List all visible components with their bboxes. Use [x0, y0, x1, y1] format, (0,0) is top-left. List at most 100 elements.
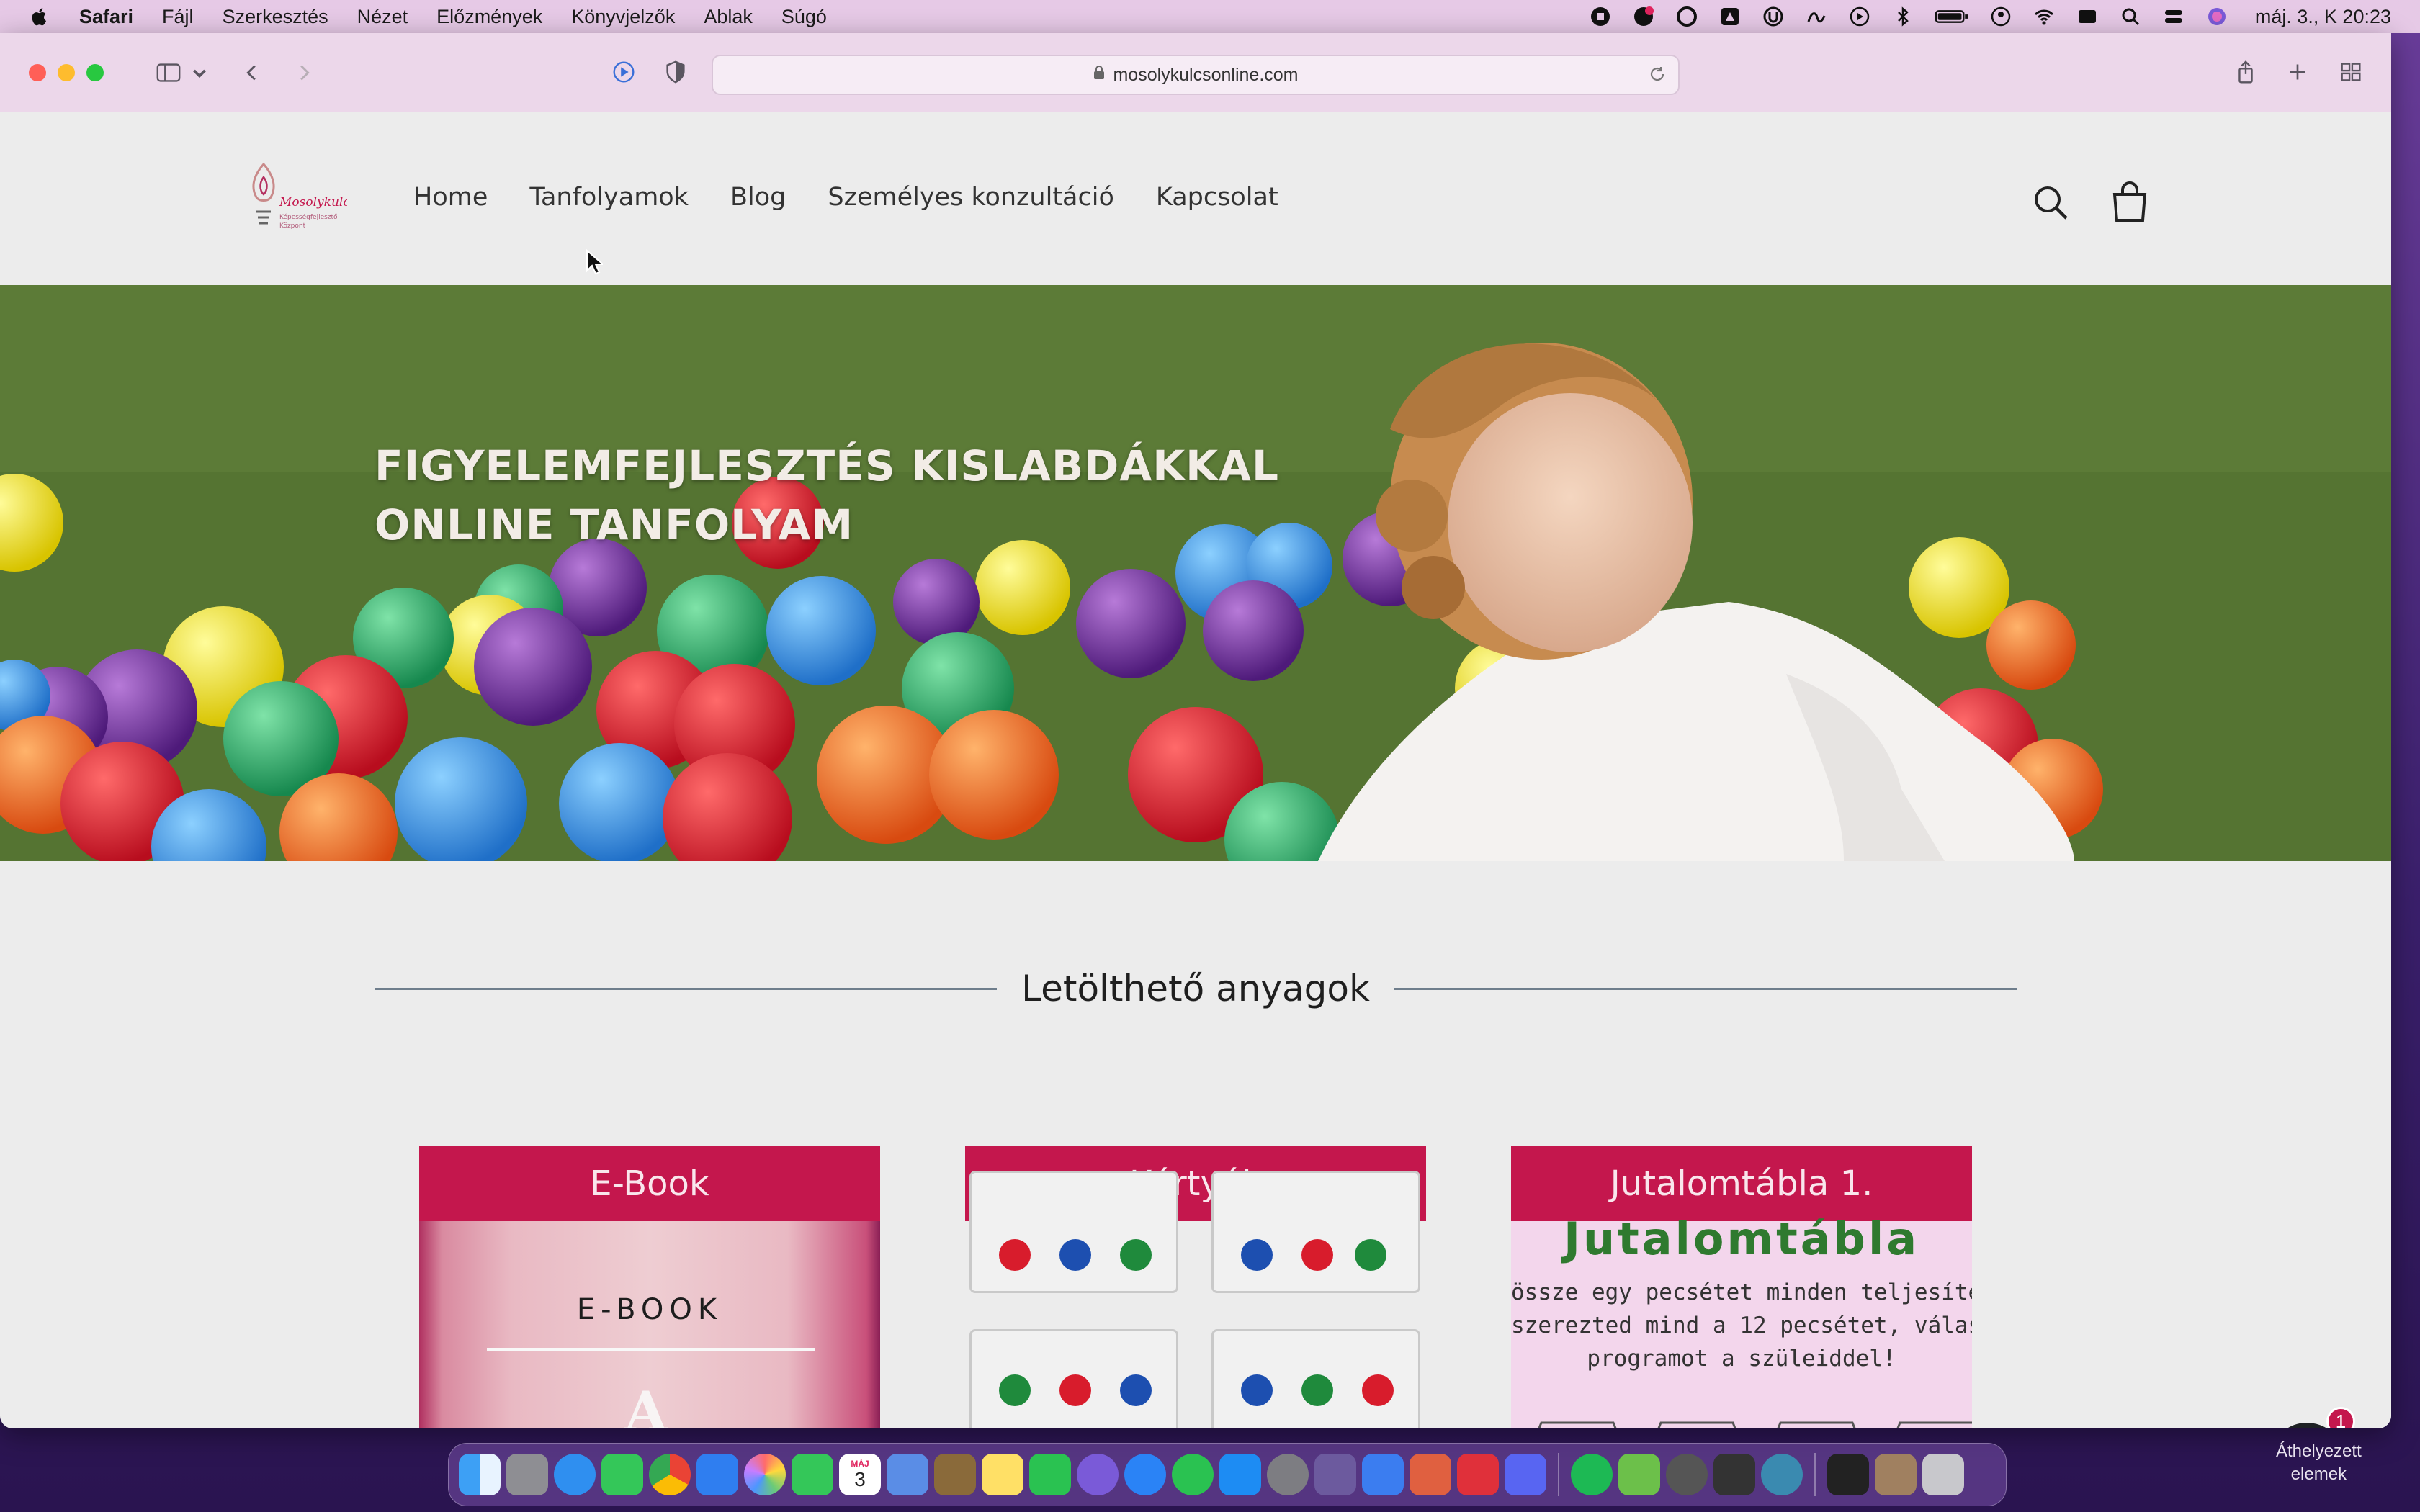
reward-hexagon-slots — [1538, 1421, 1972, 1428]
ebook-card-title[interactable]: E-Book — [419, 1146, 880, 1221]
spotlight-search-icon[interactable] — [2118, 6, 2143, 27]
facetime-icon[interactable] — [792, 1454, 833, 1495]
minimized-window-2[interactable] — [1875, 1454, 1917, 1495]
nav-courses[interactable]: Tanfolyamok — [529, 183, 689, 212]
calendar-icon[interactable]: MÁJ 3 — [839, 1454, 881, 1495]
reload-icon[interactable] — [1648, 65, 1667, 89]
disk-utility-icon[interactable] — [1666, 1454, 1708, 1495]
launchpad-icon[interactable] — [506, 1454, 548, 1495]
menu-bookmarks[interactable]: Könyvjelzők — [571, 6, 675, 28]
heading-divider-right — [1394, 987, 2017, 990]
apple-menu-icon[interactable] — [29, 6, 50, 27]
site-search-icon[interactable] — [2030, 181, 2073, 225]
new-tab-icon[interactable] — [2277, 52, 2318, 92]
control-center-icon[interactable] — [2161, 6, 2186, 27]
hero-title-line2: ONLINE TANFOLYAM — [375, 500, 854, 549]
creative-cloud-icon[interactable] — [1675, 6, 1699, 27]
user-icon[interactable] — [1989, 6, 2013, 27]
ebook-card[interactable]: E-Book E-BOOK A FIGYELEM — [419, 1146, 880, 1428]
chrome-icon[interactable] — [649, 1454, 691, 1495]
address-bar[interactable]: mosolykulcsonline.com — [712, 55, 1680, 95]
play-icon[interactable] — [1847, 6, 1872, 27]
tab-overview-icon[interactable] — [2331, 52, 2371, 92]
finder-icon[interactable] — [459, 1454, 501, 1495]
keyboard-icon[interactable] — [2075, 6, 2099, 27]
siri-icon[interactable] — [2205, 6, 2229, 27]
app-store-icon[interactable] — [1219, 1454, 1261, 1495]
drive-icon[interactable] — [1718, 6, 1742, 27]
cards-card[interactable]: Kártyák — [965, 1146, 1426, 1428]
menu-bar: Safari Fájl Szerkesztés Nézet Előzmények… — [0, 0, 2420, 33]
menu-app-name[interactable]: Safari — [79, 6, 133, 28]
safari-icon[interactable] — [554, 1454, 596, 1495]
home-app-icon[interactable] — [1362, 1454, 1404, 1495]
reader-play-icon[interactable] — [604, 52, 644, 92]
cart-icon[interactable] — [2107, 179, 2152, 226]
whatsapp-icon[interactable] — [1172, 1454, 1214, 1495]
menu-help[interactable]: Súgó — [781, 6, 827, 28]
calculator-icon[interactable] — [1713, 1454, 1755, 1495]
pen-icon[interactable] — [887, 1454, 928, 1495]
wifi-icon[interactable] — [2032, 6, 2056, 27]
trash-icon[interactable] — [1922, 1454, 1964, 1495]
menu-history[interactable]: Előzmények — [436, 6, 542, 28]
dock-separator — [1558, 1453, 1559, 1496]
back-arrow-icon[interactable] — [232, 53, 272, 93]
package-app-icon[interactable] — [1410, 1454, 1451, 1495]
menu-edit[interactable]: Szerkesztés — [223, 6, 328, 28]
downloads-heading-row: Letölthető anyagok — [375, 963, 2017, 1014]
red-dot — [1301, 1239, 1333, 1271]
scribble-icon[interactable] — [1804, 6, 1829, 27]
viber-icon[interactable] — [1077, 1454, 1119, 1495]
nav-blog[interactable]: Blog — [730, 183, 786, 212]
close-window-button[interactable] — [29, 63, 46, 81]
color-card-4 — [1211, 1329, 1420, 1428]
bluetooth-icon[interactable] — [1891, 6, 1915, 27]
menu-window[interactable]: Ablak — [704, 6, 753, 28]
messenger-icon[interactable] — [1631, 6, 1656, 27]
minimize-window-button[interactable] — [58, 63, 75, 81]
blue-dot — [1120, 1374, 1152, 1406]
reward-chart-image[interactable]: Jutalomtábla össze egy pecsétet minden t… — [1511, 1212, 1972, 1428]
menu-file[interactable]: Fájl — [162, 6, 194, 28]
utorrent-icon[interactable] — [1618, 1454, 1660, 1495]
zoom-window-button[interactable] — [86, 63, 104, 81]
creature-app-icon[interactable] — [1314, 1454, 1356, 1495]
privacy-shield-icon[interactable] — [655, 52, 696, 92]
quicktime-icon[interactable] — [1761, 1454, 1803, 1495]
menu-clock[interactable]: máj. 3., K 20:23 — [2255, 6, 2391, 28]
ebook-cover-image[interactable]: E-BOOK A FIGYELEM — [419, 1221, 880, 1428]
photos-icon[interactable] — [744, 1454, 786, 1495]
hero-banner[interactable]: FIGYELEMFEJLESZTÉS KISLABDÁKKAL ONLINE T… — [0, 285, 2391, 861]
minimized-window-1[interactable] — [1827, 1454, 1869, 1495]
system-preferences-icon[interactable] — [1267, 1454, 1309, 1495]
svg-text:Képességfejlesztő: Képességfejlesztő — [279, 213, 338, 221]
battery-icon[interactable] — [1934, 6, 1970, 27]
torrent-icon[interactable] — [1761, 6, 1785, 27]
reward-chart-card[interactable]: Jutalomtábla 1. Jutalomtábla össze egy p… — [1511, 1146, 1972, 1428]
cards-preview-image[interactable] — [965, 1171, 1426, 1428]
wechat-icon[interactable] — [1029, 1454, 1071, 1495]
spotify-icon[interactable] — [1571, 1454, 1613, 1495]
chevron-down-icon[interactable] — [189, 53, 210, 93]
nav-contact[interactable]: Kapcsolat — [1156, 183, 1278, 212]
forward-arrow-icon[interactable] — [284, 53, 324, 93]
notes-icon[interactable] — [982, 1454, 1023, 1495]
discord-icon[interactable] — [1505, 1454, 1546, 1495]
notes-brown-icon[interactable] — [934, 1454, 976, 1495]
anydesk-icon[interactable] — [1457, 1454, 1499, 1495]
color-card-2 — [1211, 1171, 1420, 1293]
nav-consultation[interactable]: Személyes konzultáció — [828, 183, 1114, 212]
messenger-app-icon[interactable] — [1124, 1454, 1166, 1495]
blue-dot — [1241, 1374, 1273, 1406]
nav-home[interactable]: Home — [413, 183, 488, 212]
sidebar-toggle-icon[interactable] — [148, 53, 189, 93]
reward-card-title[interactable]: Jutalomtábla 1. — [1511, 1146, 1972, 1221]
desktop-folder-label[interactable]: Áthelyezett elemek — [2276, 1440, 2362, 1486]
site-logo[interactable]: Mosolykulcs Képességfejlesztő Központ — [242, 156, 357, 238]
menu-view[interactable]: Nézet — [357, 6, 408, 28]
stop-record-icon[interactable] — [1588, 6, 1613, 27]
share-icon[interactable] — [2226, 52, 2266, 92]
messages-icon[interactable] — [601, 1454, 643, 1495]
mail-icon[interactable] — [696, 1454, 738, 1495]
